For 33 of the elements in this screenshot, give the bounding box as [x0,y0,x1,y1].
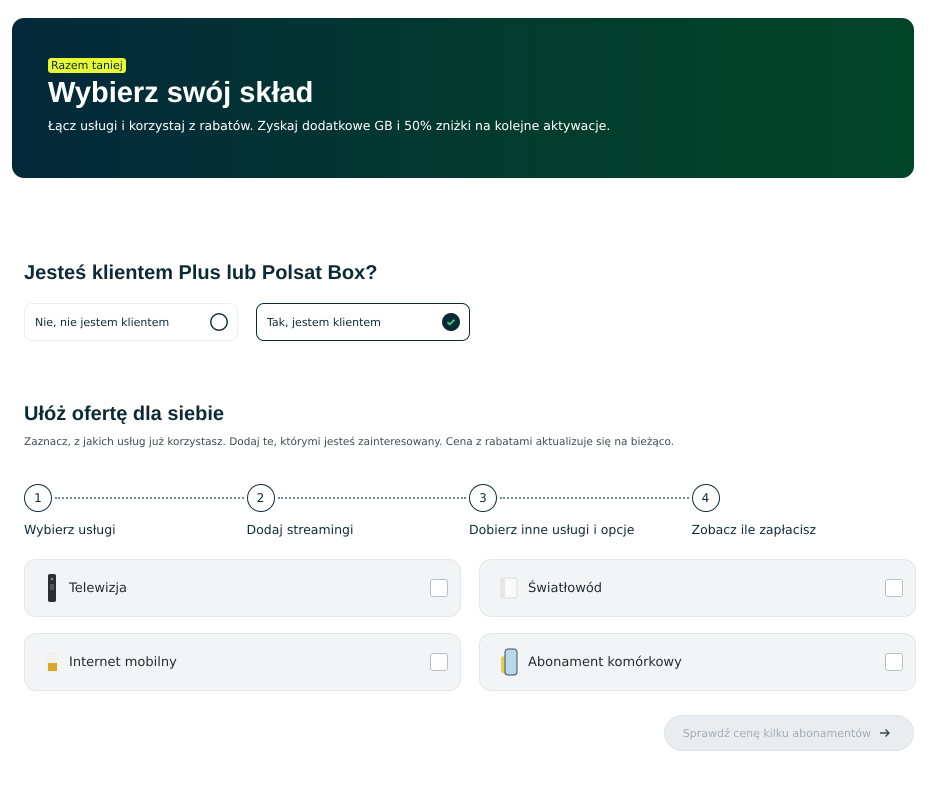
service-card[interactable]: Abonament komórkowy [479,633,916,691]
step-label: Zobacz ile zapłacisz [692,522,818,537]
service-card[interactable]: Światłowód [479,559,916,617]
radio-icon [210,313,228,331]
question-heading: Jesteś klientem Plus lub Polsat Box? [24,262,378,285]
client-option[interactable]: Nie, nie jestem klientem [24,303,238,341]
step-label: Dodaj streamingi [246,522,354,537]
hero-subtitle: Łącz usługi i korzystaj z rabatów. Zyskaj dodatkowe GB i 50% zniżki na kolejne aktywacje. [48,118,612,133]
offer-heading: Ułóż ofertę dla siebie [24,403,226,426]
promo-badge: Razem taniej [48,58,126,73]
checked-radio-icon [442,313,460,331]
step-number: 2 [246,484,274,512]
offer-description: Zaznacz, z jakich usług już korzystasz. Dodaj te, którymi jesteś zainteresowany. Cena z rabatami aktualizuje się na bieżąco. [24,436,676,448]
phone-icon [498,647,520,677]
step-number: 1 [24,484,52,512]
service-label: Światłowód [528,580,604,596]
step-number: 4 [692,484,720,512]
arrow-right-icon [879,727,891,739]
service-label: Internet mobilny [69,654,178,670]
service-card[interactable]: Internet mobilny [24,633,461,691]
service-checkbox[interactable] [430,653,448,671]
step-label: Dobierz inne usługi i opcje [469,522,636,537]
service-checkbox[interactable] [885,579,903,597]
service-label: Abonament komórkowy [528,654,683,670]
service-checkbox[interactable] [885,653,903,671]
hero-title: Wybierz swój skład [48,77,314,110]
service-checkbox[interactable] [430,579,448,597]
service-label: Telewizja [69,580,128,596]
client-option[interactable]: Tak, jestem klientem [256,303,470,341]
service-card[interactable]: Telewizja [24,559,461,617]
step-label: Wybierz usługi [24,522,117,537]
router-icon [498,575,520,601]
step-number: 3 [469,484,497,512]
